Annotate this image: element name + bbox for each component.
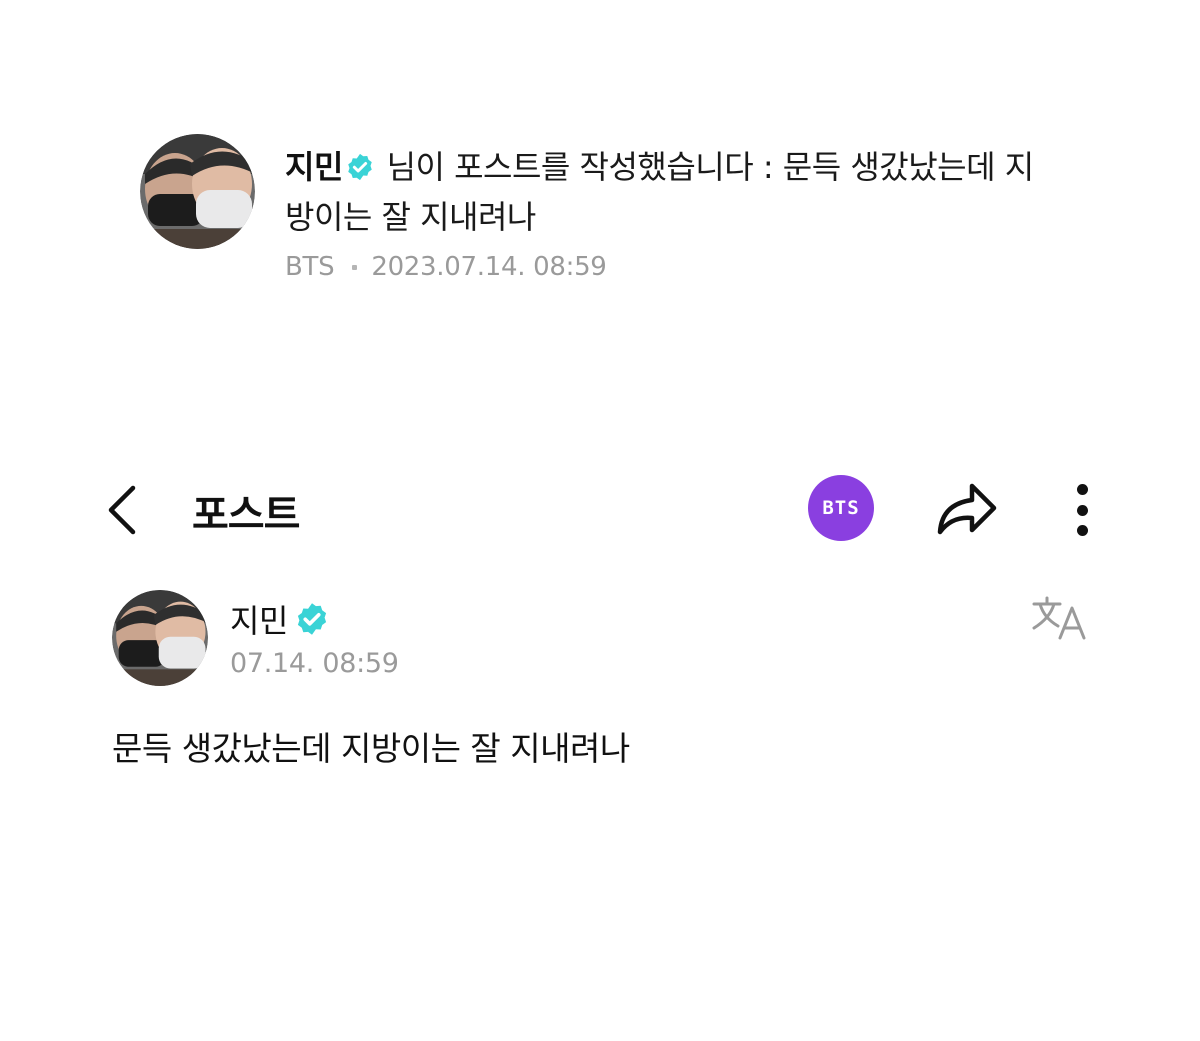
notification-text: 지민 님이 포스트를 작성했습니다 : 문득 생갔났는데 지방이는 잘 지내려나: [285, 142, 1055, 242]
chevron-left-icon: [108, 485, 136, 535]
more-options-button[interactable]: [1062, 480, 1102, 540]
post-header: 포스트 BTS: [0, 470, 1200, 550]
translate-icon: [1032, 596, 1086, 640]
post-author-avatar[interactable]: [112, 590, 208, 686]
more-dot: [1076, 504, 1088, 516]
more-dot: [1076, 525, 1088, 536]
post-author-name: 지민: [230, 602, 288, 640]
page: 지민 님이 포스트를 작성했습니다 : 문득 생갔났는데 지방이는 잘 지내려나…: [0, 0, 1200, 1041]
community-badge-button[interactable]: BTS: [808, 475, 874, 541]
verified-badge-icon: [294, 601, 330, 637]
notification-community: BTS: [285, 252, 335, 282]
notification-meta: BTS 2023.07.14. 08:59: [285, 252, 607, 282]
post-timestamp: 07.14. 08:59: [230, 648, 399, 679]
community-badge-label: BTS: [822, 497, 860, 519]
page-title: 포스트: [192, 492, 300, 538]
post-author[interactable]: 지민: [230, 596, 330, 642]
share-arrow-icon: [937, 483, 997, 535]
share-button[interactable]: [932, 478, 1002, 540]
back-button[interactable]: [100, 480, 144, 540]
translate-button[interactable]: [1030, 594, 1090, 644]
notification-card[interactable]: 지민 님이 포스트를 작성했습니다 : 문득 생갔났는데 지방이는 잘 지내려나…: [140, 134, 1060, 294]
notification-avatar: [140, 134, 255, 249]
notification-timestamp: 2023.07.14. 08:59: [371, 252, 607, 282]
separator-dot: [352, 264, 358, 270]
notification-message: 님이 포스트를 작성했습니다 : 문득 생갔났는데 지방이는 잘 지내려나: [285, 148, 1034, 236]
more-vertical-icon: [1076, 484, 1088, 495]
verified-badge-icon: [345, 146, 375, 181]
notification-author: 지민: [285, 148, 343, 186]
post-body-text: 문득 생갔났는데 지방이는 잘 지내려나: [112, 729, 630, 768]
